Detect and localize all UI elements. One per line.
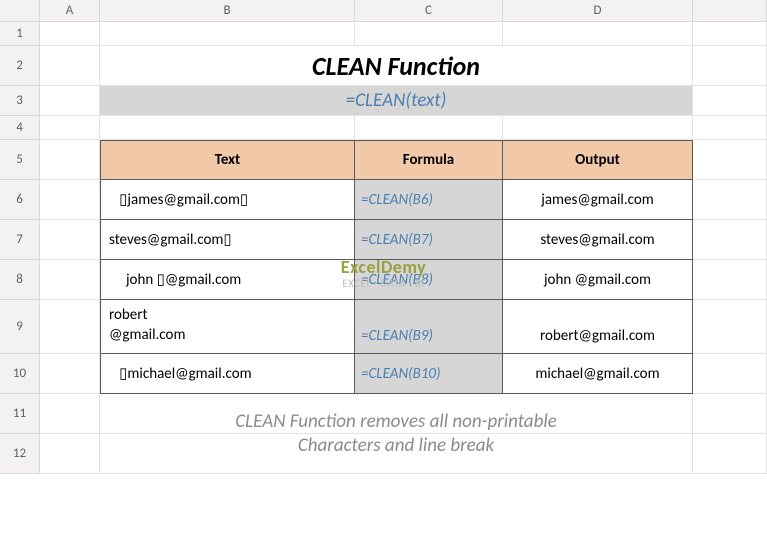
cell[interactable]: [693, 46, 767, 86]
table-row[interactable]: steves@gmail.com▯: [100, 220, 355, 260]
cell[interactable]: [693, 86, 767, 116]
row-header-2[interactable]: 2: [0, 46, 40, 86]
table-row[interactable]: ▯james@gmail.com▯: [100, 180, 355, 220]
cell[interactable]: [693, 140, 767, 180]
col-header-blank: [693, 0, 767, 22]
cell[interactable]: [503, 116, 693, 140]
formula-cell[interactable]: =CLEAN(B6): [355, 180, 503, 220]
row-header-4[interactable]: 4: [0, 116, 40, 140]
row-header-8[interactable]: 8: [0, 260, 40, 300]
cell[interactable]: [40, 434, 100, 474]
cell[interactable]: [693, 394, 767, 434]
table-row[interactable]: robert @gmail.com: [100, 300, 355, 354]
cell[interactable]: [100, 116, 355, 140]
table-header-output[interactable]: Output: [503, 140, 693, 180]
syntax-display: =CLEAN(text): [100, 86, 693, 116]
formula-cell[interactable]: =CLEAN(B7): [355, 220, 503, 260]
row-header-10[interactable]: 10: [0, 354, 40, 394]
cell[interactable]: [693, 116, 767, 140]
spreadsheet-grid: A B C D 1 2 CLEAN Function 3 =CLEAN(text…: [0, 0, 767, 474]
footer-line2: Characters and line break: [100, 434, 693, 474]
cell[interactable]: [40, 140, 100, 180]
col-header-D[interactable]: D: [503, 0, 693, 22]
cell[interactable]: [693, 260, 767, 300]
cell[interactable]: [355, 22, 503, 46]
table-row[interactable]: ▯michael@gmail.com: [100, 354, 355, 394]
cell[interactable]: [40, 86, 100, 116]
cell[interactable]: [693, 300, 767, 354]
cell[interactable]: [503, 22, 693, 46]
cell[interactable]: [40, 22, 100, 46]
row-header-12[interactable]: 12: [0, 434, 40, 474]
corner-cell: [0, 0, 40, 22]
col-header-B[interactable]: B: [100, 0, 355, 22]
cell[interactable]: [40, 300, 100, 354]
row-header-6[interactable]: 6: [0, 180, 40, 220]
cell[interactable]: [693, 354, 767, 394]
cell[interactable]: [40, 260, 100, 300]
cell[interactable]: [40, 394, 100, 434]
cell[interactable]: [693, 434, 767, 474]
table-row[interactable]: john ▯@gmail.com: [100, 260, 355, 300]
cell[interactable]: [40, 354, 100, 394]
row-header-1[interactable]: 1: [0, 22, 40, 46]
cell[interactable]: [40, 46, 100, 86]
cell[interactable]: [693, 180, 767, 220]
row-header-7[interactable]: 7: [0, 220, 40, 260]
output-cell[interactable]: john @gmail.com: [503, 260, 693, 300]
cell[interactable]: [693, 220, 767, 260]
cell[interactable]: [100, 22, 355, 46]
row-header-11[interactable]: 11: [0, 394, 40, 434]
footer-line1: CLEAN Function removes all non-printable: [100, 394, 693, 434]
page-title: CLEAN Function: [100, 46, 693, 86]
formula-cell[interactable]: =CLEAN(B8): [355, 260, 503, 300]
table-header-text[interactable]: Text: [100, 140, 355, 180]
row-header-9[interactable]: 9: [0, 300, 40, 354]
row-header-5[interactable]: 5: [0, 140, 40, 180]
cell[interactable]: [355, 116, 503, 140]
output-cell[interactable]: robert@gmail.com: [503, 300, 693, 354]
col-header-C[interactable]: C: [355, 0, 503, 22]
output-cell[interactable]: michael@gmail.com: [503, 354, 693, 394]
formula-cell[interactable]: =CLEAN(B10): [355, 354, 503, 394]
row-header-3[interactable]: 3: [0, 86, 40, 116]
output-cell[interactable]: james@gmail.com: [503, 180, 693, 220]
formula-cell[interactable]: =CLEAN(B9): [355, 300, 503, 354]
output-cell[interactable]: steves@gmail.com: [503, 220, 693, 260]
cell[interactable]: [693, 22, 767, 46]
cell[interactable]: [40, 220, 100, 260]
col-header-A[interactable]: A: [40, 0, 100, 22]
cell[interactable]: [40, 180, 100, 220]
table-header-formula[interactable]: Formula: [355, 140, 503, 180]
cell[interactable]: [40, 116, 100, 140]
